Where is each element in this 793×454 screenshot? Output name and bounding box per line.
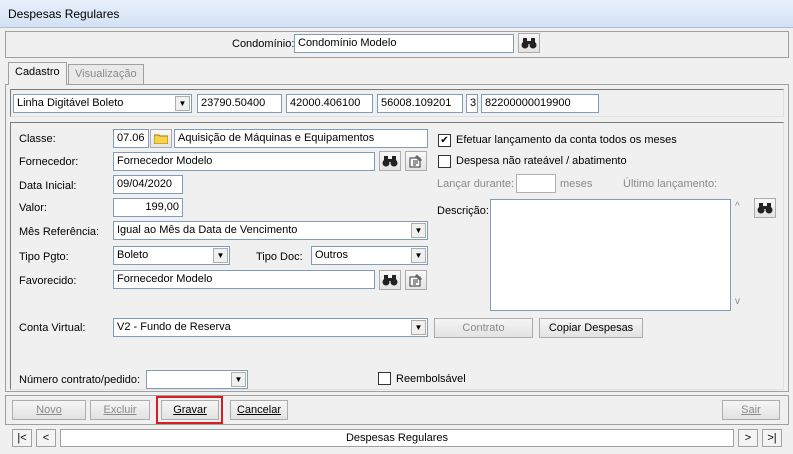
nao-rateavel-label: Despesa não rateável / abatimento <box>456 155 627 167</box>
data-inicial-field[interactable]: 09/04/2020 <box>113 175 183 194</box>
mes-referencia-value: Igual ao Mês da Data de Vencimento <box>117 224 298 236</box>
valor-field[interactable]: 199,00 <box>113 198 183 217</box>
lancar-durante-field[interactable] <box>516 174 556 193</box>
barcode-part5-field[interactable]: 82200000019900 <box>481 94 599 113</box>
favorecido-search-button[interactable] <box>379 270 401 290</box>
chevron-down-icon: ▼ <box>175 96 190 111</box>
chevron-down-icon: ▼ <box>411 223 426 238</box>
nao-rateavel-checkbox[interactable] <box>438 155 451 168</box>
tipo-doc-value: Outros <box>315 249 349 261</box>
barcode-part1-field[interactable]: 23790.50400 <box>197 94 282 113</box>
tab-cadastro-label: Cadastro <box>15 66 60 78</box>
barcode-part4-field[interactable]: 3 <box>466 94 478 113</box>
chevron-down-icon: ▼ <box>411 320 426 335</box>
meses-label: meses <box>560 178 593 190</box>
mes-referencia-label: Mês Referência: <box>19 226 100 238</box>
fornecedor-field[interactable]: Fornecedor Modelo <box>113 152 375 171</box>
cancelar-button[interactable]: Cancelar <box>230 400 288 420</box>
efetuar-label: Efetuar lançamento da conta todos os mes… <box>456 134 677 146</box>
classe-code-field[interactable]: 07.06 <box>113 129 149 148</box>
tipo-pgto-value: Boleto <box>117 249 149 261</box>
nav-prev-button[interactable]: < <box>36 429 56 447</box>
fornecedor-search-button[interactable] <box>379 151 401 171</box>
gravar-highlight <box>156 396 223 424</box>
reembolsavel-label: Reembolsável <box>396 373 466 385</box>
conta-virtual-select[interactable]: V2 - Fundo de Reserva ▼ <box>113 318 428 337</box>
efetuar-checkbox[interactable]: ✔ <box>438 134 451 147</box>
sair-button[interactable]: Sair <box>722 400 780 420</box>
novo-button[interactable]: Novo <box>12 400 86 420</box>
favorecido-register-button[interactable] <box>405 270 427 290</box>
favorecido-field[interactable]: Fornecedor Modelo <box>113 270 375 289</box>
fornecedor-register-button[interactable] <box>405 151 427 171</box>
favorecido-label: Favorecido: <box>19 275 77 287</box>
barcode-part2-field[interactable]: 42000.406100 <box>286 94 373 113</box>
barcode-type-value: Linha Digitável Boleto <box>17 97 124 109</box>
window-titlebar: Despesas Regulares <box>0 0 793 28</box>
chevron-down-icon: ▼ <box>411 248 426 263</box>
register-icon <box>409 155 422 168</box>
classe-folder-button[interactable] <box>150 129 172 148</box>
contrato-button[interactable]: Contrato <box>434 318 533 338</box>
chevron-down-icon: ▼ <box>231 372 246 387</box>
mes-referencia-select[interactable]: Igual ao Mês da Data de Vencimento ▼ <box>113 221 428 240</box>
condominio-field[interactable]: Condomínio Modelo <box>294 34 514 53</box>
nav-last-button[interactable]: >| <box>762 429 782 447</box>
tab-cadastro[interactable]: Cadastro <box>8 62 67 85</box>
barcode-part3-field[interactable]: 56008.109201 <box>377 94 463 113</box>
ultimo-lancamento-label: Último lançamento: <box>623 178 718 190</box>
folder-icon <box>154 134 168 144</box>
binoculars-icon <box>521 38 537 49</box>
descricao-search-button[interactable] <box>754 198 776 218</box>
scroll-down-icon[interactable]: v <box>735 296 740 307</box>
binoculars-icon <box>382 275 398 286</box>
conta-virtual-label: Conta Virtual: <box>19 322 86 334</box>
barcode-type-select[interactable]: Linha Digitável Boleto ▼ <box>13 94 192 113</box>
excluir-button[interactable]: Excluir <box>90 400 150 420</box>
conta-virtual-value: V2 - Fundo de Reserva <box>117 321 231 333</box>
lancar-durante-label: Lançar durante: <box>437 178 515 190</box>
numero-contrato-select[interactable]: ▼ <box>146 370 248 389</box>
window-title: Despesas Regulares <box>8 7 120 21</box>
tipo-doc-label: Tipo Doc: <box>256 251 303 263</box>
valor-label: Valor: <box>19 202 47 214</box>
copiar-despesas-button[interactable]: Copiar Despesas <box>539 318 643 338</box>
binoculars-icon <box>757 203 773 214</box>
classe-desc-field[interactable]: Aquisição de Máquinas e Equipamentos <box>174 129 428 148</box>
classe-label: Classe: <box>19 133 56 145</box>
nav-next-button[interactable]: > <box>738 429 758 447</box>
numero-contrato-label: Número contrato/pedido: <box>19 374 141 386</box>
nav-first-button[interactable]: |< <box>12 429 32 447</box>
descricao-textarea[interactable] <box>490 199 731 311</box>
register-icon <box>409 274 422 287</box>
fornecedor-label: Fornecedor: <box>19 156 79 168</box>
tab-visualizacao-label: Visualização <box>75 68 137 80</box>
tipo-pgto-label: Tipo Pgto: <box>19 251 69 263</box>
tipo-doc-select[interactable]: Outros ▼ <box>311 246 428 265</box>
scroll-up-icon[interactable]: ^ <box>735 201 740 212</box>
tab-visualizacao[interactable]: Visualização <box>68 64 144 84</box>
binoculars-icon <box>382 156 398 167</box>
data-inicial-label: Data Inicial: <box>19 180 77 192</box>
reembolsavel-checkbox[interactable] <box>378 372 391 385</box>
nav-label: Despesas Regulares <box>60 429 734 447</box>
condominio-search-button[interactable] <box>518 33 540 53</box>
chevron-down-icon: ▼ <box>213 248 228 263</box>
descricao-label: Descrição: <box>437 205 489 217</box>
condominio-label: Condomínio: <box>232 38 295 50</box>
tipo-pgto-select[interactable]: Boleto ▼ <box>113 246 230 265</box>
